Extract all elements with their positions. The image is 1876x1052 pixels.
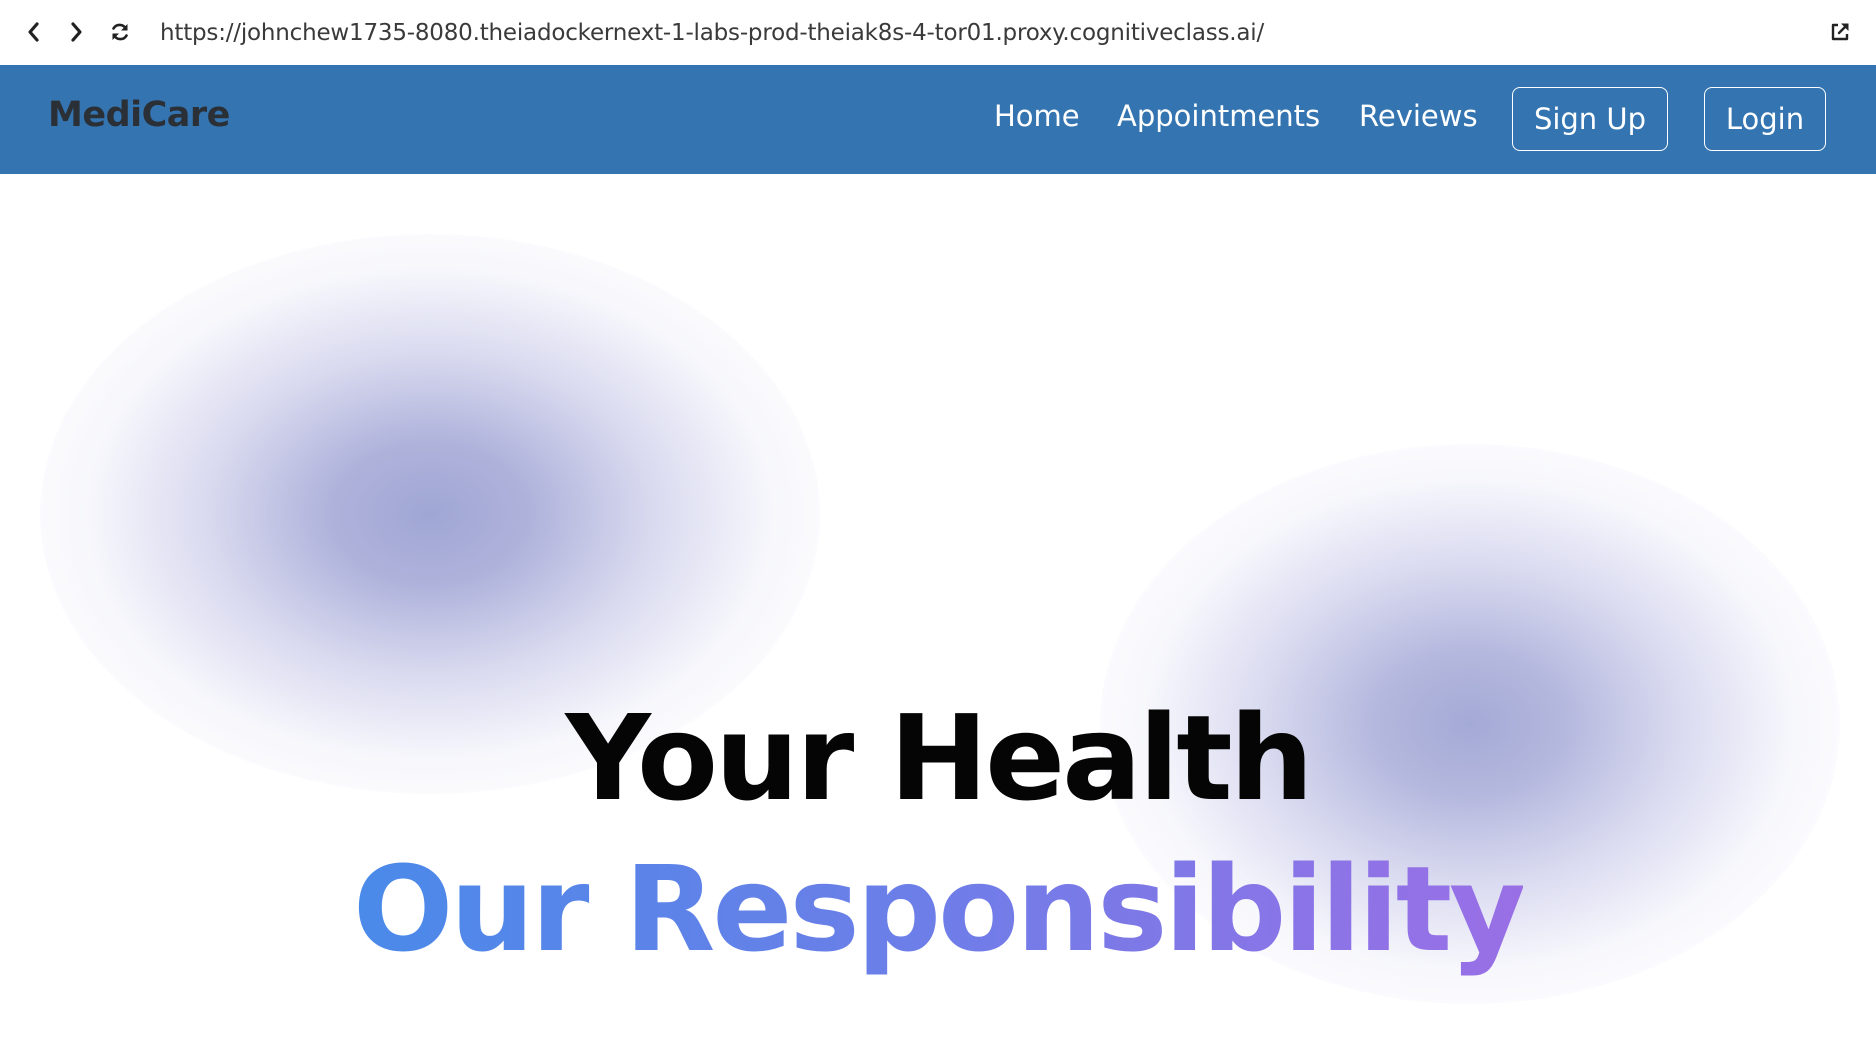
reload-button[interactable]: [104, 16, 136, 48]
address-url[interactable]: https://johnchew1735-8080.theiadockernex…: [160, 16, 1264, 50]
chevron-left-icon: [28, 22, 39, 42]
reload-icon: [112, 23, 128, 41]
brand-logo[interactable]: MediCare: [48, 95, 230, 135]
nav-link-appointments[interactable]: Appointments: [1117, 99, 1320, 133]
back-button[interactable]: [18, 16, 50, 48]
nav-link-reviews[interactable]: Reviews: [1359, 99, 1478, 133]
signup-button[interactable]: Sign Up: [1512, 87, 1668, 151]
login-button[interactable]: Login: [1704, 87, 1826, 151]
hero-heading-line-1: Your Health: [565, 689, 1313, 827]
hero-tagline: Our Responsibility: [352, 840, 1526, 978]
chevron-right-icon: [71, 22, 82, 42]
nav-link-home[interactable]: Home: [994, 99, 1080, 133]
hero-heading-line-2: Our Responsibility: [0, 839, 1876, 979]
hero-section: Your Health Our Responsibility: [0, 174, 1876, 1052]
browser-address-bar: https://johnchew1735-8080.theiadockernex…: [0, 0, 1876, 65]
external-link-icon: [1831, 23, 1849, 41]
forward-button[interactable]: [60, 16, 92, 48]
open-external-button[interactable]: [1824, 16, 1856, 48]
site-navbar: MediCare Home Appointments Reviews Sign …: [0, 65, 1876, 174]
